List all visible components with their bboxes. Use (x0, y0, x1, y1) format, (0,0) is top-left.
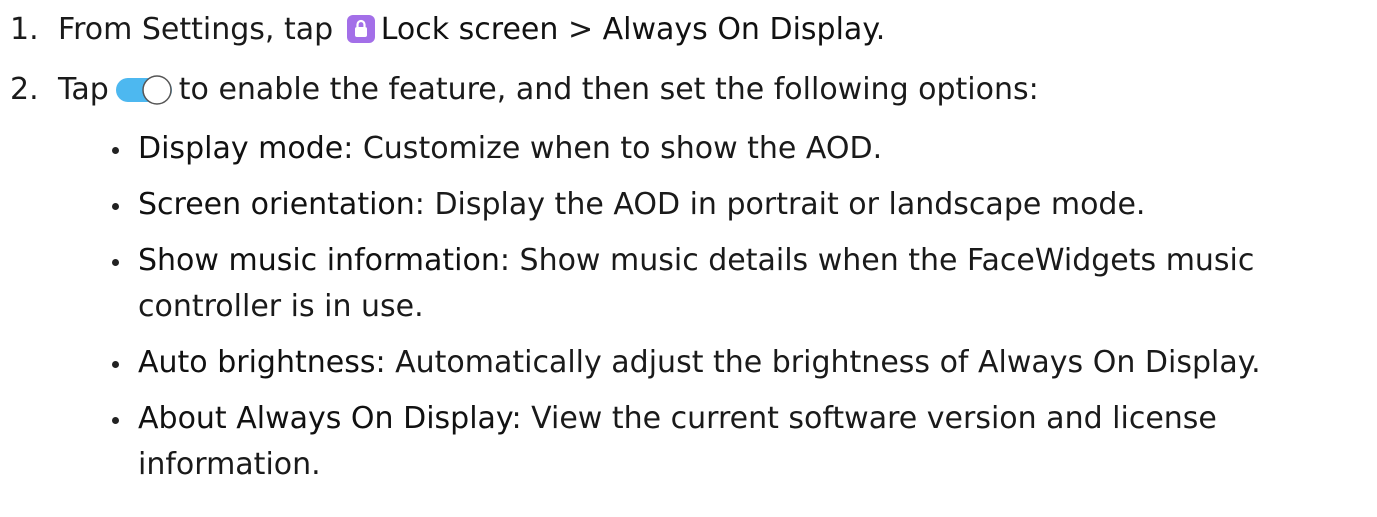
option-sep: : (511, 401, 522, 436)
option-show-music-information: Show music information: Show music detai… (110, 238, 1360, 330)
step-text: Tap (58, 72, 109, 107)
options-list: Display mode: Customize when to show the… (110, 126, 1360, 498)
option-term: Display mode (138, 131, 344, 166)
option-about-always-on-display: About Always On Display: View the curren… (110, 396, 1360, 488)
option-sep: : (414, 187, 425, 222)
lock-icon (346, 15, 375, 43)
option-screen-orientation: Screen orientation: Display the AOD in p… (110, 182, 1360, 228)
option-text: Automatically adjust the brightness of A… (385, 345, 1261, 380)
option-term: Screen orientation (138, 187, 415, 222)
option-auto-brightness: Auto brightness: Automatically adjust th… (110, 340, 1360, 386)
step-suffix: . (875, 12, 886, 47)
option-sep: : (499, 243, 510, 278)
always-on-display-term: Always On Display (602, 12, 876, 47)
option-display-mode: Display mode: Customize when to show the… (110, 126, 1360, 172)
option-text: Customize when to show the AOD. (353, 131, 883, 166)
step-number: 2. (10, 72, 39, 107)
option-sep: : (375, 345, 386, 380)
option-text: Display the AOD in portrait or landscape… (424, 187, 1146, 222)
option-term: Auto brightness (138, 345, 376, 380)
chevron-right-icon: > (567, 12, 594, 47)
lock-screen-term: Lock screen (380, 12, 559, 47)
option-term: Show music information (138, 243, 500, 278)
toggle-icon (115, 70, 173, 105)
option-sep: : (343, 131, 354, 166)
step-2: 2. Tap to enable the feature, and then se… (10, 64, 1039, 116)
step-number: 1. (10, 12, 39, 47)
step-1: 1. From Settings, tap Lock screen > Alway… (10, 4, 885, 56)
option-term: About Always On Display (138, 401, 512, 436)
step-text: From Settings, tap (58, 12, 334, 47)
instructions-page: 1. From Settings, tap Lock screen > Alway… (0, 0, 1377, 517)
step-text-rest: to enable the feature, and then set the … (178, 72, 1039, 107)
